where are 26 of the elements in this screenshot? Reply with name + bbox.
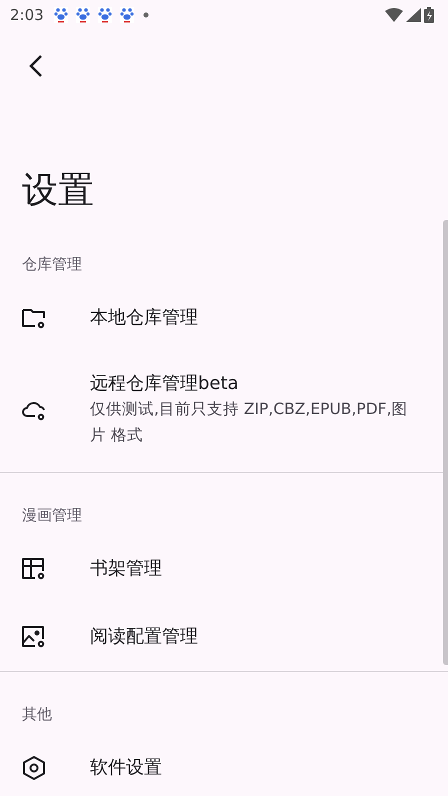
paw-icon xyxy=(76,7,90,23)
paw-icon xyxy=(98,7,112,23)
item-title: 阅读配置管理 xyxy=(90,625,198,649)
dot-icon xyxy=(142,11,150,19)
paw-icon xyxy=(120,7,134,23)
section-header: 仓库管理 xyxy=(22,254,82,274)
item-title: 本地仓库管理 xyxy=(90,306,198,330)
item-subtitle: 仅供测试,目前只支持 ZIP,CBZ,EPUB,PDF,图片 格式 xyxy=(90,399,408,446)
settings-item[interactable]: 阅读配置管理 xyxy=(0,603,442,671)
hexagon-icon xyxy=(20,754,48,782)
wifi-icon xyxy=(385,8,403,22)
settings-item[interactable]: 书架管理 xyxy=(0,535,442,603)
battery-icon xyxy=(424,7,434,23)
item-title: 软件设置 xyxy=(90,756,162,780)
back-icon xyxy=(29,54,43,78)
settings-item[interactable]: 软件设置 xyxy=(0,734,442,796)
item-title: 书架管理 xyxy=(90,557,162,581)
settings-item[interactable]: 本地仓库管理 xyxy=(0,284,442,352)
paw-icon xyxy=(54,7,68,23)
signal-icon xyxy=(406,8,421,22)
section-header: 其他 xyxy=(22,704,52,724)
status-time: 2:03 xyxy=(10,6,44,24)
section-header: 漫画管理 xyxy=(22,506,82,524)
page-title: 设置 xyxy=(22,169,95,213)
settings-item[interactable]: 远程仓库管理beta 仅供测试,目前只支持 ZIP,CBZ,EPUB,PDF,图片 格式 xyxy=(0,352,442,472)
item-title: 远程仓库管理beta xyxy=(90,372,240,396)
